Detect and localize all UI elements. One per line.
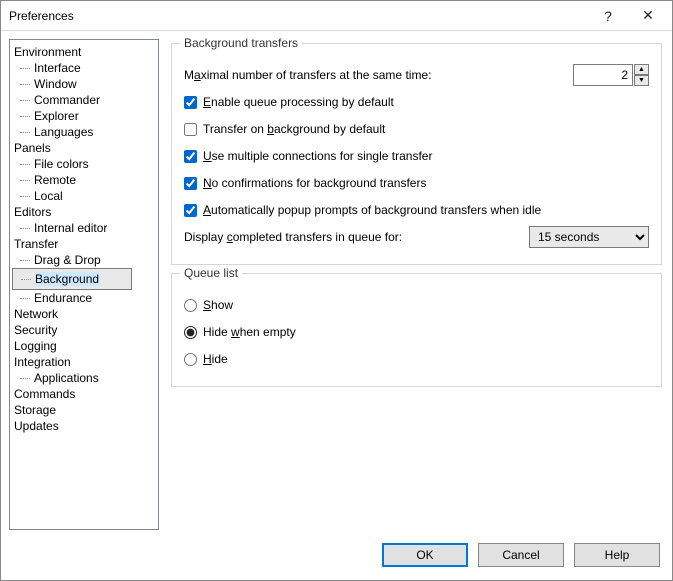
tree-network[interactable]: Network bbox=[12, 306, 156, 322]
content-pane: Background transfers Maximal number of t… bbox=[169, 39, 664, 530]
enable-queue-label: Enable queue processing by default bbox=[203, 95, 394, 109]
group-label: Queue list bbox=[180, 266, 242, 280]
display-completed-select[interactable]: 15 seconds bbox=[529, 226, 649, 248]
multi-conn-label: Use multiple connections for single tran… bbox=[203, 149, 432, 163]
category-tree[interactable]: Environment Interface Window Commander E… bbox=[9, 39, 159, 530]
tree-commands[interactable]: Commands bbox=[12, 386, 156, 402]
tree-dragdrop[interactable]: Drag & Drop bbox=[12, 252, 156, 268]
tree-transfer[interactable]: Transfer bbox=[12, 236, 156, 252]
no-confirm-checkbox[interactable] bbox=[184, 177, 197, 190]
tree-endurance[interactable]: Endurance bbox=[12, 290, 156, 306]
no-confirm-label: No confirmations for background transfer… bbox=[203, 176, 426, 190]
display-completed-label: Display completed transfers in queue for… bbox=[184, 230, 402, 244]
tree-filecolors[interactable]: File colors bbox=[12, 156, 156, 172]
queue-show-radio[interactable] bbox=[184, 299, 197, 312]
button-bar: OK Cancel Help bbox=[1, 530, 672, 580]
multi-conn-checkbox[interactable] bbox=[184, 150, 197, 163]
queue-hide-radio[interactable] bbox=[184, 353, 197, 366]
enable-queue-checkbox[interactable] bbox=[184, 96, 197, 109]
max-transfers-input[interactable] bbox=[573, 64, 633, 86]
tree-internal[interactable]: Internal editor bbox=[12, 220, 156, 236]
help-icon[interactable]: ? bbox=[588, 2, 628, 30]
tree-logging[interactable]: Logging bbox=[12, 338, 156, 354]
transfer-bg-checkbox[interactable] bbox=[184, 123, 197, 136]
tree-editors[interactable]: Editors bbox=[12, 204, 156, 220]
group-label: Background transfers bbox=[180, 36, 302, 50]
group-background-transfers: Background transfers Maximal number of t… bbox=[171, 43, 662, 265]
tree-applications[interactable]: Applications bbox=[12, 370, 156, 386]
cancel-button[interactable]: Cancel bbox=[478, 543, 564, 567]
tree-languages[interactable]: Languages bbox=[12, 124, 156, 140]
tree-updates[interactable]: Updates bbox=[12, 418, 156, 434]
auto-popup-label: Automatically popup prompts of backgroun… bbox=[203, 203, 541, 217]
tree-window[interactable]: Window bbox=[12, 76, 156, 92]
titlebar: Preferences ? ✕ bbox=[1, 1, 672, 31]
close-icon[interactable]: ✕ bbox=[628, 2, 668, 30]
dialog-title: Preferences bbox=[9, 9, 588, 23]
tree-commander[interactable]: Commander bbox=[12, 92, 156, 108]
tree-environment[interactable]: Environment bbox=[12, 44, 156, 60]
tree-explorer[interactable]: Explorer bbox=[12, 108, 156, 124]
group-queue-list: Queue list Show Hide when empty Hide bbox=[171, 273, 662, 387]
max-transfers-spin-down[interactable]: ▼ bbox=[634, 75, 649, 86]
queue-hide-empty-radio[interactable] bbox=[184, 326, 197, 339]
auto-popup-checkbox[interactable] bbox=[184, 204, 197, 217]
ok-button[interactable]: OK bbox=[382, 543, 468, 567]
help-button[interactable]: Help bbox=[574, 543, 660, 567]
tree-panels[interactable]: Panels bbox=[12, 140, 156, 156]
tree-integration[interactable]: Integration bbox=[12, 354, 156, 370]
tree-remote[interactable]: Remote bbox=[12, 172, 156, 188]
max-transfers-label: Maximal number of transfers at the same … bbox=[184, 68, 431, 82]
tree-security[interactable]: Security bbox=[12, 322, 156, 338]
tree-background[interactable]: Background bbox=[12, 268, 132, 290]
max-transfers-spin-up[interactable]: ▲ bbox=[634, 64, 649, 75]
tree-interface[interactable]: Interface bbox=[12, 60, 156, 76]
tree-local[interactable]: Local bbox=[12, 188, 156, 204]
queue-hide-label: Hide bbox=[203, 352, 228, 366]
transfer-bg-label: Transfer on background by default bbox=[203, 122, 385, 136]
preferences-dialog: Preferences ? ✕ Environment Interface Wi… bbox=[0, 0, 673, 581]
queue-hide-empty-label: Hide when empty bbox=[203, 325, 296, 339]
queue-show-label: Show bbox=[203, 298, 233, 312]
tree-storage[interactable]: Storage bbox=[12, 402, 156, 418]
